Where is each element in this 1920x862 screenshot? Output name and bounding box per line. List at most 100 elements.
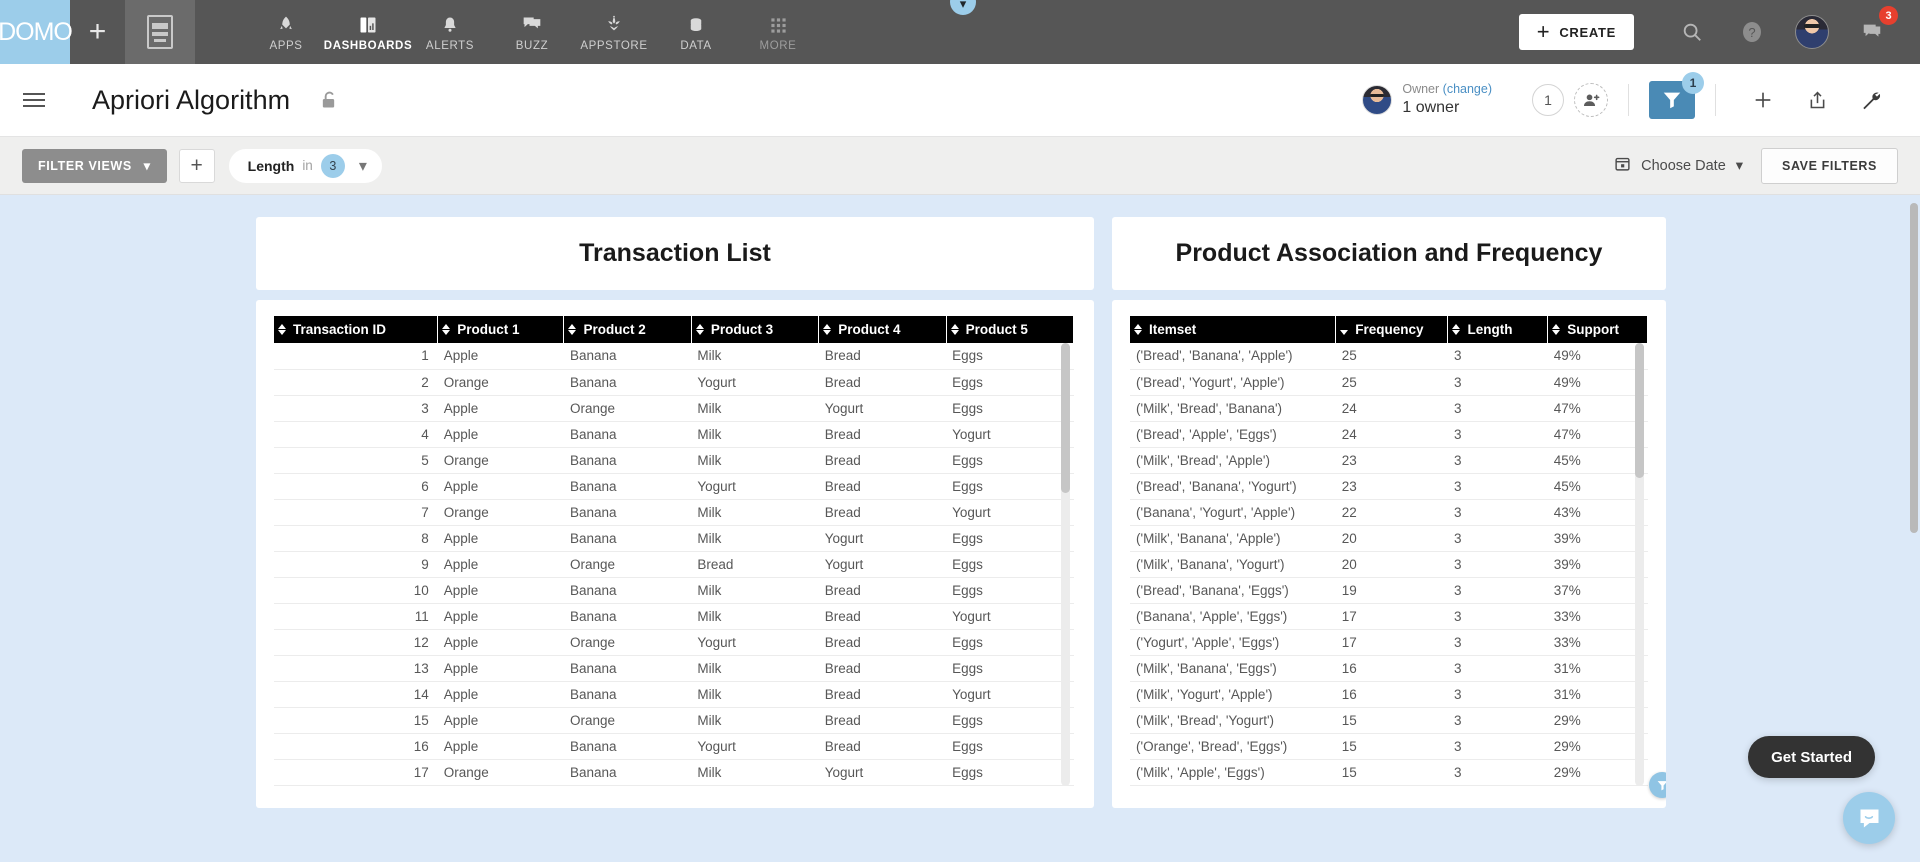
table-row[interactable]: ('Banana', 'Apple', 'Eggs') 17 3 33% [1130,603,1648,630]
filter-views-dropdown[interactable]: FILTER VIEWS ▾ [22,148,167,183]
table-row[interactable]: 6 Apple Banana Yogurt Bread Eggs [274,473,1074,500]
avatar[interactable] [1782,0,1842,64]
table-row[interactable]: ('Orange', 'Bread', 'Eggs') 15 3 29% [1130,733,1648,760]
sort-icon[interactable] [568,323,577,336]
table-row[interactable]: 8 Apple Banana Milk Yogurt Eggs [274,525,1074,552]
save-filters-button[interactable]: SAVE FILTERS [1761,147,1898,184]
table-cell: Apple [437,473,564,500]
sort-icon[interactable] [823,323,832,336]
table-row[interactable]: 5 Orange Banana Milk Bread Eggs [274,447,1074,474]
share-icon[interactable] [1790,79,1844,121]
people-count-badge[interactable]: 1 [1532,84,1564,116]
sort-icon[interactable] [1340,324,1349,336]
column-header[interactable]: Transaction ID [274,316,439,343]
table-row[interactable]: ('Bread', 'Banana', 'Eggs') 19 3 37% [1130,577,1648,604]
table-row[interactable]: 14 Apple Banana Milk Bread Yogurt [274,681,1074,708]
domo-logo[interactable]: DOMO [0,0,73,64]
sort-icon[interactable] [1552,323,1561,336]
table-row[interactable]: 10 Apple Banana Milk Bread Eggs [274,577,1074,604]
table-row[interactable]: ('Milk', 'Banana', 'Apple') 20 3 39% [1130,525,1648,552]
table-row[interactable]: ('Milk', 'Yogurt', 'Apple') 16 3 31% [1130,681,1648,708]
choose-date-dropdown[interactable]: Choose Date ▾ [1614,155,1743,176]
page-scrollbar[interactable] [1910,203,1918,533]
get-started-button[interactable]: Get Started [1748,736,1875,778]
add-filter-button[interactable]: + [178,148,215,183]
nav-add-button[interactable]: + [70,0,125,64]
table-row[interactable]: ('Bread', 'Yogurt', 'Apple') 25 3 49% [1130,369,1648,396]
table-row[interactable]: 17 Orange Banana Milk Yogurt Eggs [274,759,1074,786]
column-header[interactable]: Product 1 [437,316,565,343]
table-row[interactable]: 3 Apple Orange Milk Yogurt Eggs [274,395,1074,422]
nav-collapse-chevron-icon[interactable]: ▾ [950,0,976,15]
table-row[interactable]: ('Bread', 'Apple', 'Eggs') 24 3 47% [1130,421,1648,448]
table-scrollbar[interactable] [1061,343,1070,786]
page-scrollbar-thumb[interactable] [1910,203,1918,533]
chevron-down-icon[interactable]: ▾ [359,156,367,176]
table-cell: 29% [1547,759,1648,786]
table-scrollbar-thumb[interactable] [1061,343,1070,493]
unlock-icon[interactable] [320,90,337,110]
filter-pill-length[interactable]: Length in 3 ▾ [228,148,382,183]
table-row[interactable]: 11 Apple Banana Milk Bread Yogurt [274,603,1074,630]
create-button[interactable]: + CREATE [1518,14,1634,50]
help-icon[interactable]: ? [1722,0,1782,64]
table-row[interactable]: ('Milk', 'Banana', 'Yogurt') 20 3 39% [1130,551,1648,578]
table-row[interactable]: ('Bread', 'Banana', 'Yogurt') 23 3 45% [1130,473,1648,500]
sort-icon[interactable] [695,323,704,336]
table-row[interactable]: ('Milk', 'Bread', 'Apple') 23 3 45% [1130,447,1648,474]
sort-icon[interactable] [950,323,959,336]
column-header[interactable]: Product 5 [946,316,1074,343]
nav-item-appstore[interactable]: APPSTORE [573,0,655,64]
nav-item-buzz[interactable]: BUZZ [491,0,573,64]
column-header[interactable]: Product 4 [818,316,947,343]
column-header[interactable]: Length [1447,316,1549,343]
nav-item-alerts[interactable]: ALERTS [409,0,491,64]
column-header[interactable]: Product 2 [563,316,692,343]
hamburger-icon[interactable] [0,93,68,107]
nav-item-more[interactable]: MORE [737,0,819,64]
table-row[interactable]: 9 Apple Orange Bread Yogurt Eggs [274,551,1074,578]
table-row[interactable]: ('Milk', 'Apple', 'Eggs') 15 3 29% [1130,759,1648,786]
sort-icon[interactable] [442,323,451,336]
table-row[interactable]: 4 Apple Banana Milk Bread Yogurt [274,421,1074,448]
table-row[interactable]: ('Banana', 'Yogurt', 'Apple') 22 3 43% [1130,499,1648,526]
add-person-icon[interactable] [1574,83,1608,117]
nav-current-card-tile[interactable] [125,0,195,64]
search-icon[interactable] [1662,0,1722,64]
table-row[interactable]: 2 Orange Banana Yogurt Bread Eggs [274,369,1074,396]
table-row[interactable]: ('Milk', 'Bread', 'Yogurt') 15 3 29% [1130,707,1648,734]
table-row[interactable]: ('Yogurt', 'Apple', 'Eggs') 17 3 33% [1130,629,1648,656]
owner-block[interactable]: Owner (change) 1 owner [1362,82,1492,118]
table-row[interactable]: ('Milk', 'Bread', 'Banana') 24 3 47% [1130,395,1648,422]
column-header[interactable]: Support [1547,316,1648,343]
table-row[interactable]: ('Bread', 'Banana', 'Apple') 25 3 49% [1130,343,1648,370]
sort-icon[interactable] [1134,323,1142,336]
owner-change-link[interactable]: (change) [1443,82,1492,96]
table-scroll-region[interactable]: Transaction ID Product 1 Product 2 Product … [274,316,1074,786]
table-row[interactable]: 15 Apple Orange Milk Bread Eggs [274,707,1074,734]
sort-icon[interactable] [278,323,286,336]
nav-item-dashboards[interactable]: DASHBOARDS [324,0,412,64]
table-scroll-region[interactable]: Itemset Frequency Length Support ('Bread', '… [1130,316,1648,786]
table-scrollbar-thumb[interactable] [1635,343,1644,478]
column-header[interactable]: Itemset [1130,316,1337,343]
filter-icon[interactable]: 1 [1649,72,1704,119]
column-header[interactable]: Frequency [1335,316,1449,343]
wrench-icon[interactable] [1844,79,1898,121]
column-header[interactable]: Product 3 [691,316,820,343]
table-row[interactable]: ('Milk', 'Banana', 'Eggs') 16 3 31% [1130,655,1648,682]
table-cell: Milk [691,655,819,682]
buzz-icon[interactable]: 3 [1842,0,1902,64]
table-row[interactable]: 1 Apple Banana Milk Bread Eggs [274,343,1074,370]
nav-item-apps[interactable]: APPS [245,0,327,64]
table-scrollbar[interactable] [1635,343,1644,786]
table-row[interactable]: 7 Orange Banana Milk Bread Yogurt [274,499,1074,526]
messenger-icon[interactable] [1843,792,1895,844]
plus-icon[interactable] [1736,79,1790,121]
table-row[interactable]: 13 Apple Banana Milk Bread Eggs [274,655,1074,682]
card-filter-icon[interactable] [1649,772,1666,798]
table-row[interactable]: 12 Apple Orange Yogurt Bread Eggs [274,629,1074,656]
sort-icon[interactable] [1452,323,1461,336]
nav-item-data[interactable]: DATA [655,0,737,64]
table-row[interactable]: 16 Apple Banana Yogurt Bread Eggs [274,733,1074,760]
